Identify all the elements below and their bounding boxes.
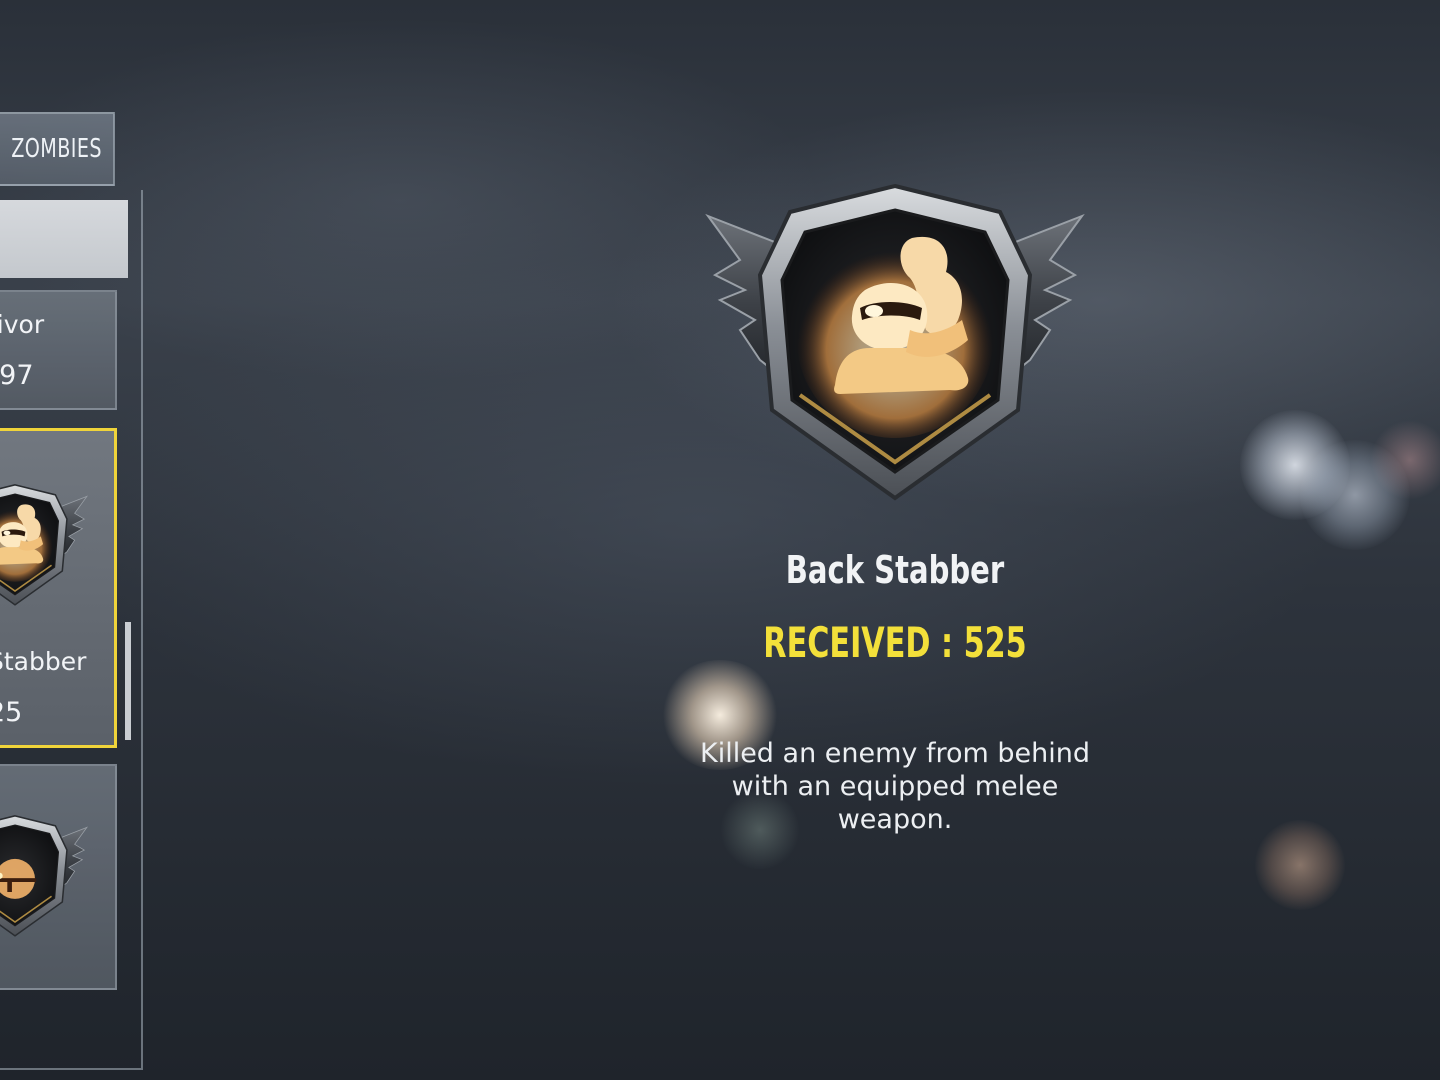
medal-list-panel: ZOMBIES vivor 997 Stabber 25 xyxy=(0,0,145,1080)
medal-title: Back Stabber xyxy=(785,548,1005,592)
medal-card-count: 25 xyxy=(0,697,23,728)
medal-card-count: 997 xyxy=(0,360,34,391)
tab-zombies[interactable]: ZOMBIES xyxy=(0,112,115,186)
back-stabber-medal-icon xyxy=(0,471,90,621)
medal-list-header xyxy=(0,200,128,278)
medal-card-survivor[interactable]: vivor 997 xyxy=(0,290,117,410)
bokeh-light xyxy=(1370,420,1440,500)
medal-card-name: vivor xyxy=(0,310,45,339)
medal-description: Killed an enemy from behind with an equi… xyxy=(699,738,1090,835)
medal-list-scrollbar[interactable] xyxy=(125,622,131,740)
medal-card-sniper[interactable] xyxy=(0,764,117,990)
medal-card-back-stabber[interactable]: Stabber 25 xyxy=(0,428,117,748)
medal-card-name: Stabber xyxy=(0,647,87,676)
sniper-medal-icon xyxy=(0,815,88,937)
tab-zombies-label: ZOMBIES xyxy=(11,134,102,164)
bokeh-light xyxy=(1255,820,1345,910)
back-stabber-medal-icon xyxy=(700,180,1090,510)
medal-detail-screen: ZOMBIES vivor 997 Stabber 25 xyxy=(0,0,1440,1080)
medal-received-count: RECEIVED : 525 xyxy=(763,618,1027,667)
